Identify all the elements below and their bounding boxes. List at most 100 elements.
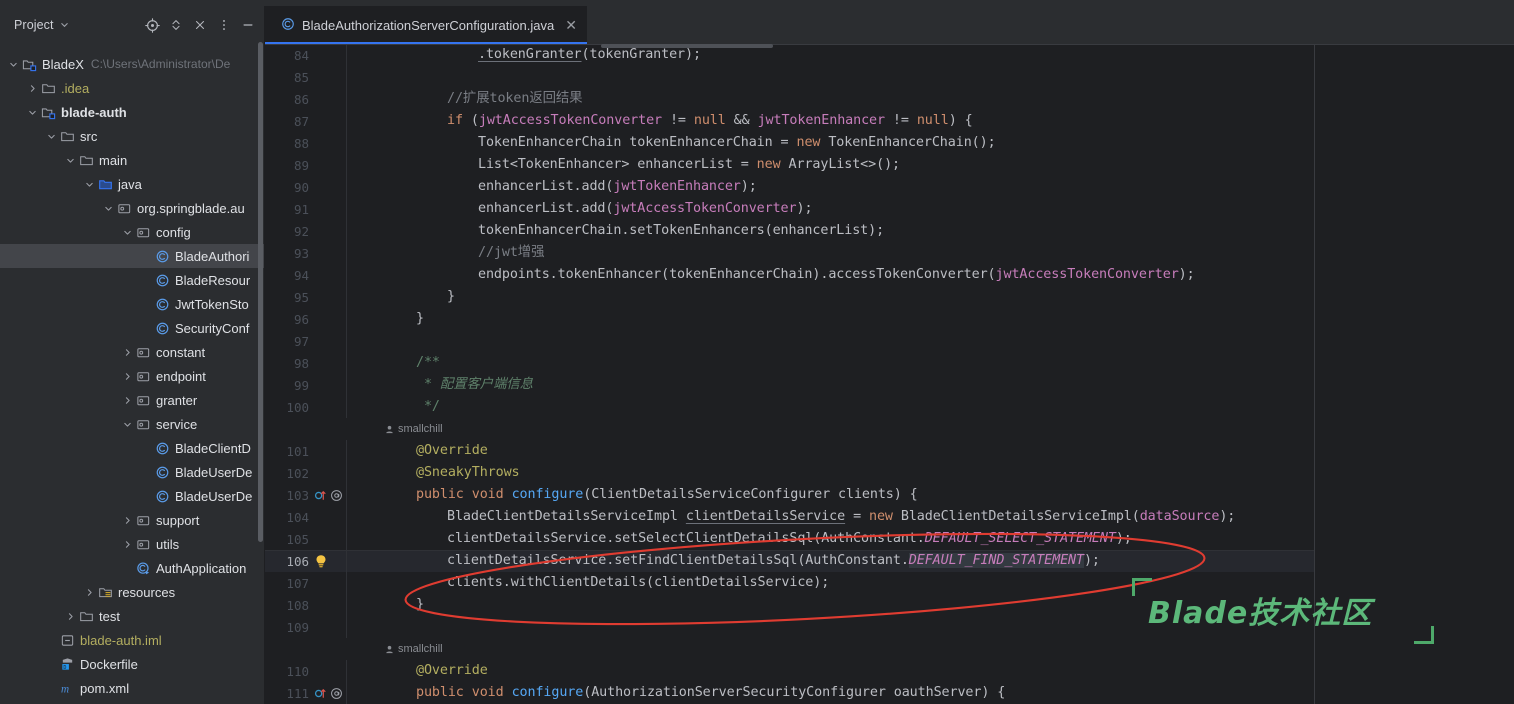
select-opened-file-icon[interactable] — [141, 14, 163, 36]
more-options-icon[interactable] — [213, 14, 235, 36]
code-line[interactable]: 91 enhancerList.add(jwtAccessTokenConvert… — [265, 198, 1314, 220]
chevron-right-icon[interactable] — [120, 540, 134, 549]
editor-gutter[interactable]: 103 — [265, 484, 375, 506]
tree-item-jwttokensto[interactable]: JwtTokenSto — [0, 292, 265, 316]
chevron-right-icon[interactable] — [82, 588, 96, 597]
collapse-all-icon[interactable] — [189, 14, 211, 36]
tree-item-dockerfile[interactable]: D Dockerfile — [0, 652, 265, 676]
code-line[interactable]: 103 public void configure(ClientDetailsSe… — [265, 484, 1314, 506]
editor-gutter[interactable]: 109 — [265, 616, 375, 638]
editor-gutter[interactable]: 104 — [265, 506, 375, 528]
code-line[interactable]: 86 //扩展token返回结果 — [265, 88, 1314, 110]
editor-gutter[interactable]: 93 — [265, 242, 375, 264]
hide-panel-icon[interactable] — [237, 14, 259, 36]
chevron-down-icon[interactable] — [120, 420, 134, 429]
code-line[interactable]: 99 * 配置客户端信息 — [265, 374, 1314, 396]
chevron-down-icon[interactable] — [120, 228, 134, 237]
code-line[interactable]: 92 tokenEnhancerChain.setTokenEnhancers(e… — [265, 220, 1314, 242]
code-scroll-area[interactable]: 84 .tokenGranter(tokenGranter); 85 86 //扩展t… — [265, 44, 1314, 704]
override-method-icon[interactable] — [314, 489, 327, 502]
chevron-down-icon[interactable] — [6, 60, 20, 69]
tree-item-service[interactable]: service — [0, 412, 265, 436]
code-line[interactable]: 97 — [265, 330, 1314, 352]
project-panel-scrollbar[interactable] — [258, 42, 263, 542]
tree-item-granter[interactable]: granter — [0, 388, 265, 412]
chevron-down-icon[interactable] — [63, 156, 77, 165]
editor-gutter[interactable]: 88 — [265, 132, 375, 154]
editor-gutter[interactable]: 92 — [265, 220, 375, 242]
editor-gutter[interactable]: 108 — [265, 594, 375, 616]
override-method-icon[interactable] — [314, 687, 327, 700]
editor-gutter[interactable]: 110 — [265, 660, 375, 682]
tree-item-java[interactable]: java — [0, 172, 265, 196]
tree-item-constant[interactable]: constant — [0, 340, 265, 364]
tree-item-resources[interactable]: resources — [0, 580, 265, 604]
tree-item-blade-auth[interactable]: blade-auth — [0, 100, 265, 124]
code-line[interactable]: 106 clientDetailsService.setFindClientDet… — [265, 550, 1314, 572]
editor-gutter[interactable]: 96 — [265, 308, 375, 330]
tree-item-main[interactable]: main — [0, 148, 265, 172]
chevron-down-icon[interactable] — [101, 204, 115, 213]
close-icon[interactable]: ✕ — [565, 18, 577, 32]
chevron-right-icon[interactable] — [25, 84, 39, 93]
tree-item-endpoint[interactable]: endpoint — [0, 364, 265, 388]
chevron-right-icon[interactable] — [63, 612, 77, 621]
annotation-gutter-icon[interactable] — [330, 687, 343, 700]
code-line[interactable]: 100 */ — [265, 396, 1314, 418]
editor-gutter[interactable]: 89 — [265, 154, 375, 176]
code-line[interactable]: 98 /** — [265, 352, 1314, 374]
editor-gutter[interactable]: 111 — [265, 682, 375, 704]
editor-tab[interactable]: BladeAuthorizationServerConfiguration.ja… — [265, 6, 587, 44]
editor-gutter[interactable]: 97 — [265, 330, 375, 352]
code-line[interactable]: 108} — [265, 594, 1314, 616]
code-line[interactable]: 88 TokenEnhancerChain tokenEnhancerChain … — [265, 132, 1314, 154]
tree-item-bladeclientd[interactable]: BladeClientD — [0, 436, 265, 460]
tree-item-authapplication[interactable]: AuthApplication — [0, 556, 265, 580]
code-line[interactable]: 101 @Override — [265, 440, 1314, 462]
code-line[interactable]: 89 List<TokenEnhancer> enhancerList = new… — [265, 154, 1314, 176]
editor-gutter[interactable]: 107 — [265, 572, 375, 594]
editor-gutter[interactable]: 94 — [265, 264, 375, 286]
chevron-down-icon[interactable] — [44, 132, 58, 141]
code-line[interactable]: 94 endpoints.tokenEnhancer(tokenEnhancerC… — [265, 264, 1314, 286]
tree-item-bladeuserde[interactable]: BladeUserDe — [0, 484, 265, 508]
editor-gutter[interactable]: 85 — [265, 66, 375, 88]
code-line[interactable]: 90 enhancerList.add(jwtTokenEnhancer); — [265, 176, 1314, 198]
code-line[interactable]: 104 BladeClientDetailsServiceImpl clientD… — [265, 506, 1314, 528]
code-line[interactable]: 85 — [265, 66, 1314, 88]
tree-item-pom-xml[interactable]: m pom.xml — [0, 676, 265, 700]
tree-item-securityconf[interactable]: SecurityConf — [0, 316, 265, 340]
code-line[interactable]: 111 public void configure(AuthorizationSe… — [265, 682, 1314, 704]
chevron-down-icon[interactable] — [25, 108, 39, 117]
code-line[interactable]: 95} — [265, 286, 1314, 308]
tree-item-org-springblade-au[interactable]: org.springblade.au — [0, 196, 265, 220]
editor-gutter[interactable]: 84 — [265, 44, 375, 66]
project-title-dropdown[interactable]: Project — [14, 18, 69, 32]
code-line[interactable]: 84 .tokenGranter(tokenGranter); — [265, 44, 1314, 66]
tree-item-config[interactable]: config — [0, 220, 265, 244]
tree-item-utils[interactable]: utils — [0, 532, 265, 556]
editor-gutter[interactable]: 95 — [265, 286, 375, 308]
intention-bulb-icon[interactable] — [314, 554, 328, 569]
tree-item-support[interactable]: support — [0, 508, 265, 532]
code-line[interactable]: 93 //jwt增强 — [265, 242, 1314, 264]
editor-gutter[interactable]: 86 — [265, 88, 375, 110]
annotation-gutter-icon[interactable] — [330, 489, 343, 502]
chevron-right-icon[interactable] — [120, 372, 134, 381]
tree-item-idea[interactable]: .idea — [0, 76, 265, 100]
editor-gutter[interactable]: 99 — [265, 374, 375, 396]
code-line[interactable]: 96} — [265, 308, 1314, 330]
editor-gutter[interactable]: 87 — [265, 110, 375, 132]
code-line[interactable]: 87 if (jwtAccessTokenConverter != null &&… — [265, 110, 1314, 132]
editor-gutter[interactable]: 102 — [265, 462, 375, 484]
editor-gutter[interactable]: 91 — [265, 198, 375, 220]
code-line[interactable]: 105 clientDetailsService.setSelectClientD… — [265, 528, 1314, 550]
project-file-tree[interactable]: BladeX C:\Users\Administrator\De .idea blad… — [0, 44, 265, 704]
editor-gutter[interactable]: 101 — [265, 440, 375, 462]
code-line[interactable]: 107 clients.withClientDetails(clientDetai… — [265, 572, 1314, 594]
editor-horizontal-scrollbar[interactable] — [601, 44, 773, 48]
expand-collapse-icon[interactable] — [165, 14, 187, 36]
code-line[interactable]: 110 @Override — [265, 660, 1314, 682]
tree-item-test[interactable]: test — [0, 604, 265, 628]
editor-gutter[interactable]: 98 — [265, 352, 375, 374]
